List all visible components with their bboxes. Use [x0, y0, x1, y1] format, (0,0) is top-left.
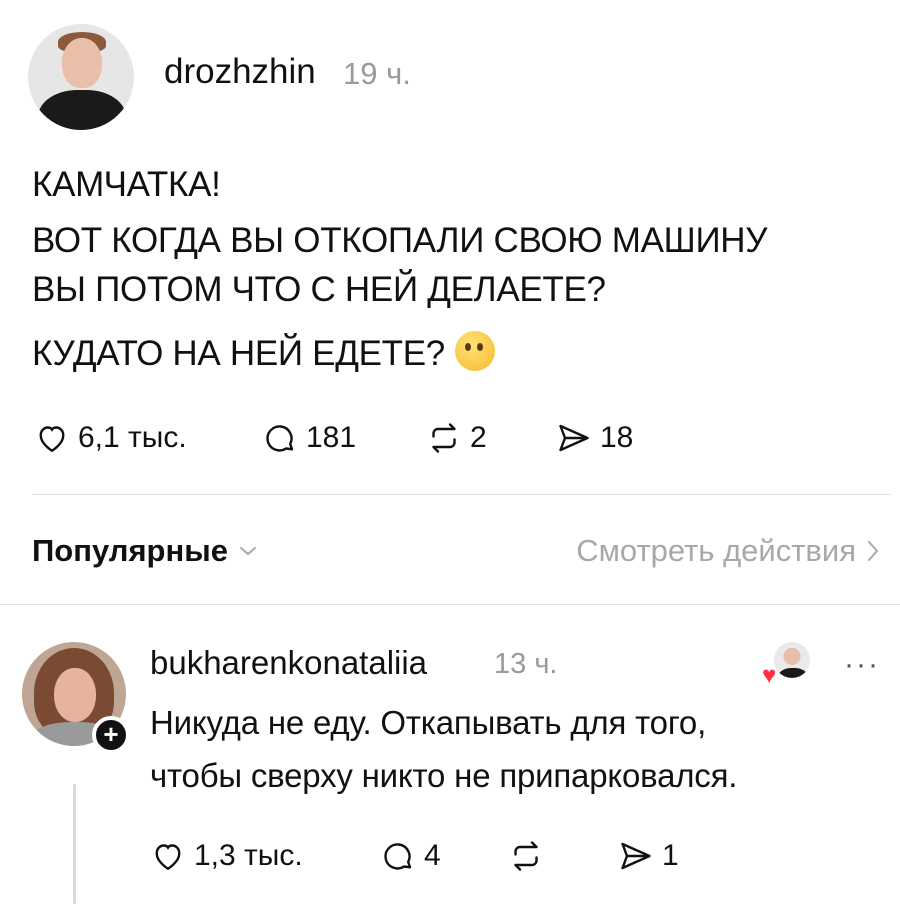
comment-timestamp: 13 ч. — [494, 648, 558, 680]
chevron-right-icon — [868, 541, 879, 561]
more-options-icon[interactable]: ··· — [844, 648, 880, 682]
post-reply-button[interactable]: 181 — [262, 420, 356, 456]
post-share-button[interactable]: 18 — [556, 420, 633, 456]
comment-text-line: чтобы сверху никто не припарковался. — [150, 757, 738, 794]
thinking-face-emoji-icon — [454, 331, 495, 371]
chevron-down-icon — [239, 547, 256, 556]
replies-sort-dropdown[interactable]: Популярные — [32, 533, 258, 569]
post-like-count: 6,1 тыс. — [78, 421, 187, 454]
post-text-line: ВОТ КОГДА ВЫ ОТКОПАЛИ СВОЮ МАШИНУ — [32, 221, 768, 260]
post-like-button[interactable]: 6,1 тыс. — [34, 420, 187, 456]
heart-outline-icon — [155, 844, 181, 871]
heart-icon: ♥ — [762, 662, 777, 689]
heart-outline-icon — [39, 426, 65, 453]
post-timestamp: 19 ч. — [343, 56, 411, 91]
comment-share-count: 1 — [662, 839, 679, 872]
post-text-line: ВЫ ПОТОМ ЧТО С НЕЙ ДЕЛАЕТЕ? — [32, 270, 606, 309]
liked-by-author-badge: ♥ — [762, 640, 812, 689]
post-author-mini-avatar — [772, 640, 812, 680]
comment-bubble-icon — [384, 843, 412, 870]
comment-repost-button[interactable] — [508, 838, 552, 874]
post-author-avatar[interactable] — [28, 24, 134, 130]
send-icon — [621, 842, 651, 870]
divider — [0, 604, 900, 605]
post-author-username[interactable]: drozhzhin — [164, 52, 316, 92]
post-repost-button[interactable]: 2 — [426, 420, 487, 456]
post-text-line: КАМЧАТКА! — [32, 165, 221, 204]
post-reply-count: 181 — [306, 421, 357, 454]
comment-reply-button[interactable]: 4 — [380, 838, 441, 874]
post-text-line: КУДАТО НА НЕЙ ЕДЕТЕ? — [32, 334, 445, 373]
repost-icon — [432, 423, 456, 453]
sort-label: Популярные — [32, 533, 228, 568]
view-activity-link[interactable]: Смотреть действия — [576, 533, 880, 569]
comment-text-line: Никуда не еду. Откапывать для того, — [150, 704, 707, 741]
follow-button[interactable]: + — [92, 716, 130, 754]
post-share-count: 18 — [600, 421, 634, 454]
view-activity-label: Смотреть действия — [576, 533, 856, 568]
comment-author-username[interactable]: bukharenkonataliia — [150, 644, 427, 682]
comment-like-button[interactable]: 1,3 тыс. — [150, 838, 303, 874]
thread-line — [73, 784, 76, 904]
comment-share-button[interactable]: 1 — [618, 838, 679, 874]
divider — [32, 494, 892, 495]
comment-reply-count: 4 — [424, 839, 441, 872]
send-icon — [559, 424, 589, 452]
comment-like-count: 1,3 тыс. — [194, 839, 303, 872]
comment-bubble-icon — [266, 425, 294, 452]
post-repost-count: 2 — [470, 421, 487, 454]
post-text-line-with-emoji: КУДАТО НА НЕЙ ЕДЕТЕ? — [32, 326, 495, 382]
repost-icon — [514, 841, 538, 871]
